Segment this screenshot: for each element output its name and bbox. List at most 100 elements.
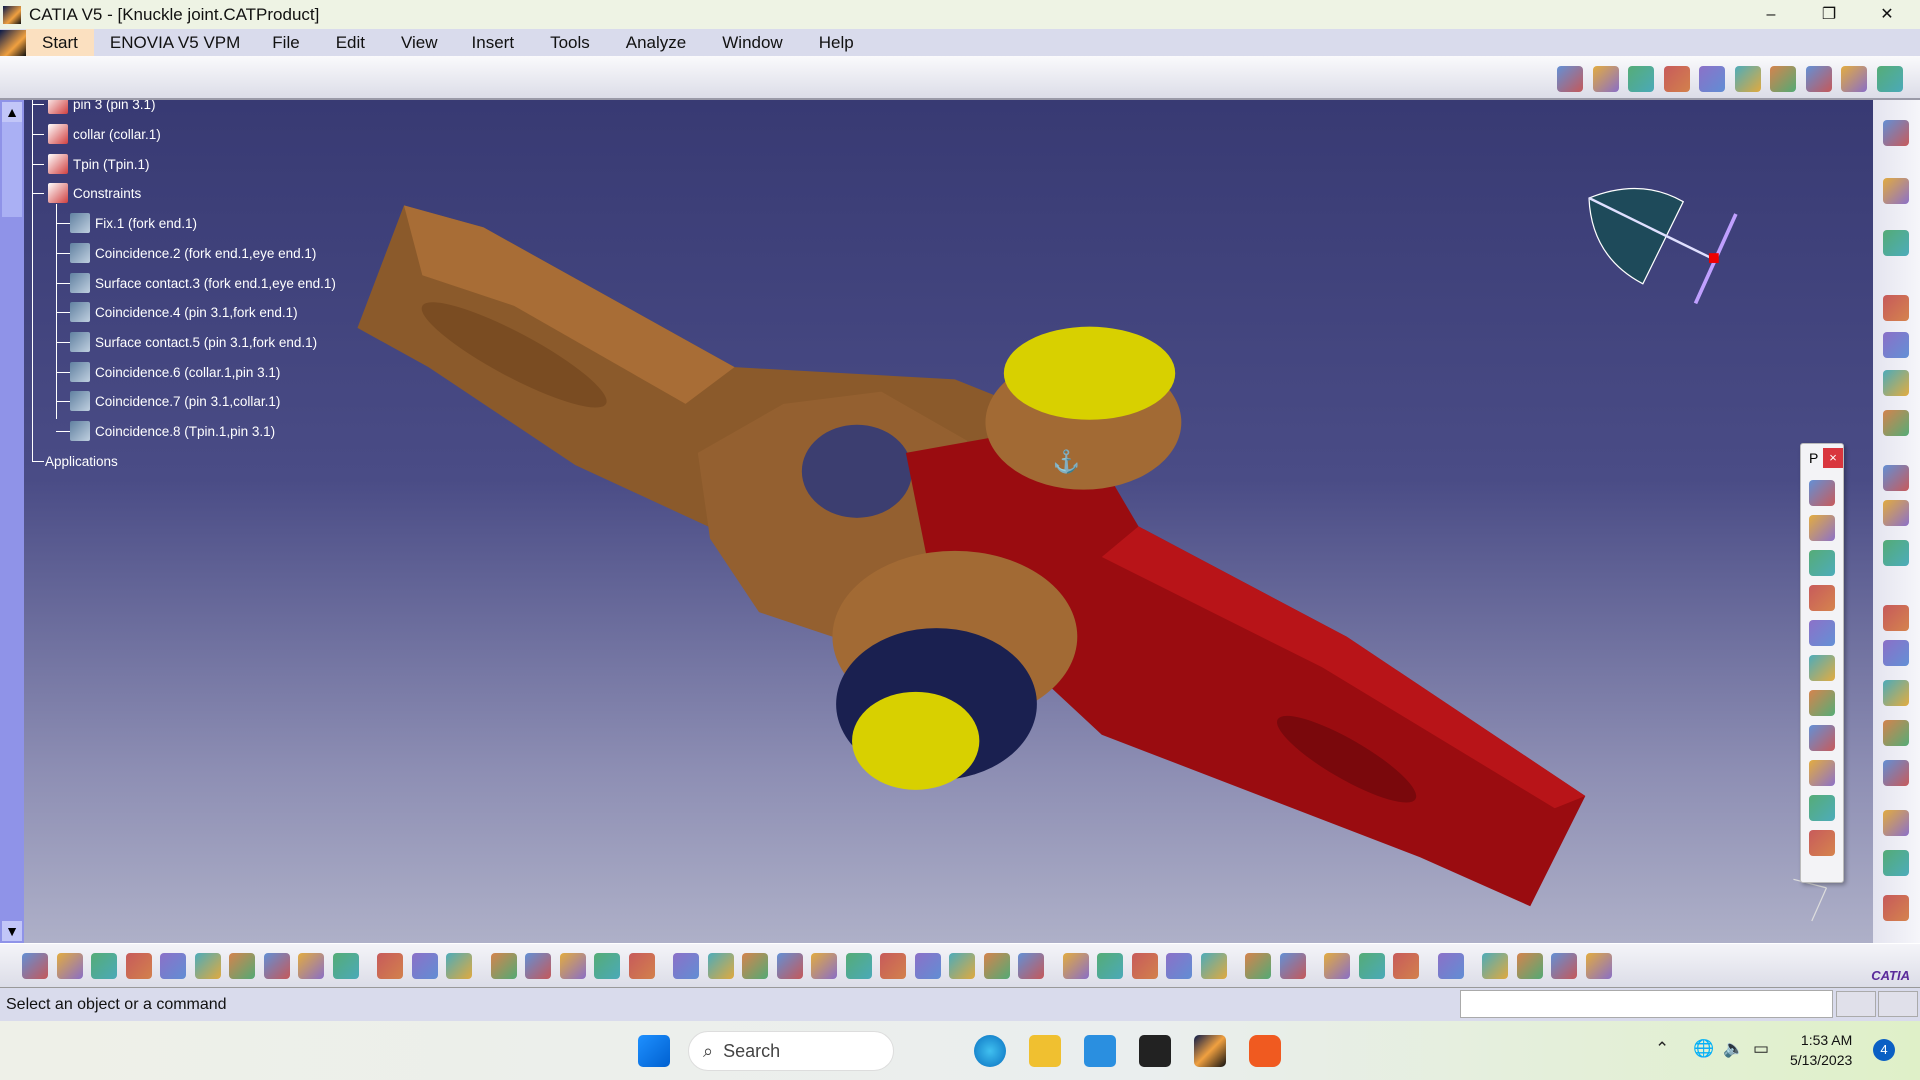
menu-insert[interactable]: Insert — [454, 29, 533, 56]
product-icon[interactable] — [1883, 120, 1909, 146]
pan-icon[interactable] — [707, 953, 734, 979]
scroll-down-button[interactable]: ▼ — [2, 921, 22, 941]
rotate-icon[interactable] — [742, 953, 768, 979]
snap-icon[interactable] — [1809, 515, 1835, 541]
undo-icon[interactable] — [263, 953, 290, 979]
weld-icon[interactable] — [1883, 720, 1909, 746]
notification-badge[interactable]: 4 — [1873, 1039, 1895, 1061]
menu-analyze[interactable]: Analyze — [608, 29, 704, 56]
tree-node[interactable]: Fix.1 (fork end.1) — [70, 211, 197, 235]
restore-button[interactable]: ❐ — [1800, 0, 1858, 29]
battery-icon[interactable]: ▭ — [1753, 1039, 1769, 1059]
edit-icon[interactable] — [1734, 66, 1761, 92]
bom-icon[interactable] — [1809, 725, 1835, 751]
capture-icon[interactable] — [1200, 953, 1227, 979]
knowledge-icon[interactable] — [411, 953, 438, 979]
measure-inertia-icon[interactable] — [1358, 953, 1385, 979]
measure-item-icon[interactable] — [1324, 953, 1350, 979]
taskbar-search[interactable]: ⌕ Search — [688, 1031, 894, 1071]
measure-between-icon[interactable] — [1279, 953, 1306, 979]
swap-visible-icon[interactable] — [1018, 953, 1044, 979]
menu-window[interactable]: Window — [704, 29, 800, 56]
formula-icon[interactable] — [377, 953, 403, 979]
terminal-icon[interactable] — [1139, 1035, 1171, 1067]
tree-node[interactable]: Coincidence.8 (Tpin.1,pin 3.1) — [70, 419, 275, 443]
rotate-cycle-icon[interactable] — [1393, 953, 1419, 979]
tree-scrollbar[interactable]: ▲ ▼ — [0, 100, 24, 943]
catia-taskbar-icon[interactable] — [1194, 1035, 1226, 1067]
manipulation-icon[interactable] — [1809, 480, 1835, 506]
menu-tools[interactable]: Tools — [532, 29, 608, 56]
tree-node[interactable]: Surface contact.3 (fork end.1,eye end.1) — [70, 271, 336, 295]
paste-icon[interactable] — [229, 953, 255, 979]
new-part-icon[interactable] — [1628, 66, 1654, 92]
sketch-plane-icon[interactable] — [1437, 953, 1464, 979]
multi-view-icon[interactable] — [880, 953, 906, 979]
fit-all-icon[interactable] — [673, 953, 699, 979]
explode-icon[interactable] — [1809, 585, 1835, 611]
measure-item-icon[interactable] — [1770, 66, 1796, 92]
sectioning-icon[interactable] — [1809, 655, 1835, 681]
clock[interactable]: 1:53 AM 5/13/2023 — [1790, 1030, 1852, 1070]
catia-menu-icon[interactable] — [0, 29, 26, 56]
generate-numbering-icon[interactable] — [1805, 66, 1832, 92]
multi-instantiate-icon[interactable] — [1883, 410, 1909, 436]
minimize-button[interactable]: – — [1742, 0, 1800, 29]
redo-icon[interactable] — [298, 953, 324, 979]
design-mode-icon[interactable] — [1883, 500, 1909, 526]
fast-multi-instantiation-icon[interactable] — [1876, 66, 1903, 92]
render-icon[interactable] — [1482, 953, 1508, 979]
tree-node[interactable]: Applications — [45, 449, 118, 473]
view-icon[interactable] — [1883, 810, 1909, 836]
command-input[interactable] — [1460, 990, 1833, 1018]
print-icon[interactable] — [125, 953, 152, 979]
3d-viewport[interactable]: ⚓ ▲ ▼ pin 3 (pin 3.1) collar (collar.1) Tp… — [0, 100, 1873, 943]
menu-enovia[interactable]: ENOVIA V5 VPM — [94, 29, 256, 56]
scene-icon[interactable] — [1131, 953, 1158, 979]
info-button[interactable] — [1878, 991, 1918, 1017]
zoom-out-icon[interactable] — [811, 953, 837, 979]
capture-icon[interactable] — [1883, 850, 1909, 876]
new-product-icon[interactable] — [1592, 66, 1619, 92]
tree-node[interactable]: Coincidence.2 (fork end.1,eye end.1) — [70, 241, 316, 265]
material-icon[interactable] — [1551, 953, 1577, 979]
replace-component-icon[interactable] — [1663, 66, 1690, 92]
zoom-in-icon[interactable] — [776, 953, 803, 979]
hide-show-icon[interactable] — [983, 953, 1010, 979]
cut-icon[interactable] — [160, 953, 186, 979]
smart-move-icon[interactable] — [1809, 550, 1835, 576]
power-input-button[interactable] — [1836, 991, 1876, 1017]
vscode-icon[interactable] — [1084, 1035, 1116, 1067]
publication-icon[interactable] — [559, 953, 586, 979]
close-button[interactable]: ✕ — [1858, 0, 1916, 29]
pointer-icon[interactable] — [1245, 953, 1271, 979]
stop-manipulate-icon[interactable] — [1883, 370, 1909, 396]
clash-icon[interactable] — [1809, 620, 1835, 646]
tree-node[interactable]: Surface contact.5 (pin 3.1,fork end.1) — [70, 330, 317, 354]
3d-annotation-icon[interactable] — [1883, 760, 1909, 786]
fly-mode-icon[interactable] — [628, 953, 655, 979]
new-icon[interactable] — [22, 953, 48, 979]
menu-start[interactable]: Start — [26, 29, 94, 56]
bill-of-material-icon[interactable] — [1883, 465, 1909, 491]
menu-file[interactable]: File — [256, 29, 315, 56]
select-icon[interactable] — [1883, 178, 1909, 204]
tree-node[interactable]: Coincidence.4 (pin 3.1,fork end.1) — [70, 300, 298, 324]
graph-tree-icon[interactable] — [1699, 66, 1725, 92]
flag-note-icon[interactable] — [1883, 680, 1909, 706]
volume-icon[interactable]: 🔈 — [1723, 1039, 1744, 1059]
save-icon[interactable] — [91, 953, 117, 979]
explode-icon[interactable] — [1883, 332, 1909, 358]
scroll-thumb[interactable] — [2, 122, 22, 217]
tree-node[interactable]: pin 3 (pin 3.1) — [48, 100, 156, 116]
distance-icon[interactable] — [1809, 690, 1835, 716]
scenes-icon[interactable] — [1809, 760, 1835, 786]
tree-node[interactable]: Constraints — [48, 181, 141, 205]
scene-edit-icon[interactable] — [1166, 953, 1192, 979]
windows-start-icon[interactable] — [638, 1035, 670, 1067]
tray-chevron-icon[interactable]: ⌃ — [1655, 1039, 1669, 1059]
tree-node[interactable]: Tpin (Tpin.1) — [48, 152, 150, 176]
whats-this-icon[interactable] — [332, 953, 359, 979]
existing-component-icon[interactable] — [1557, 66, 1583, 92]
network-icon[interactable]: 🌐 — [1693, 1039, 1714, 1059]
